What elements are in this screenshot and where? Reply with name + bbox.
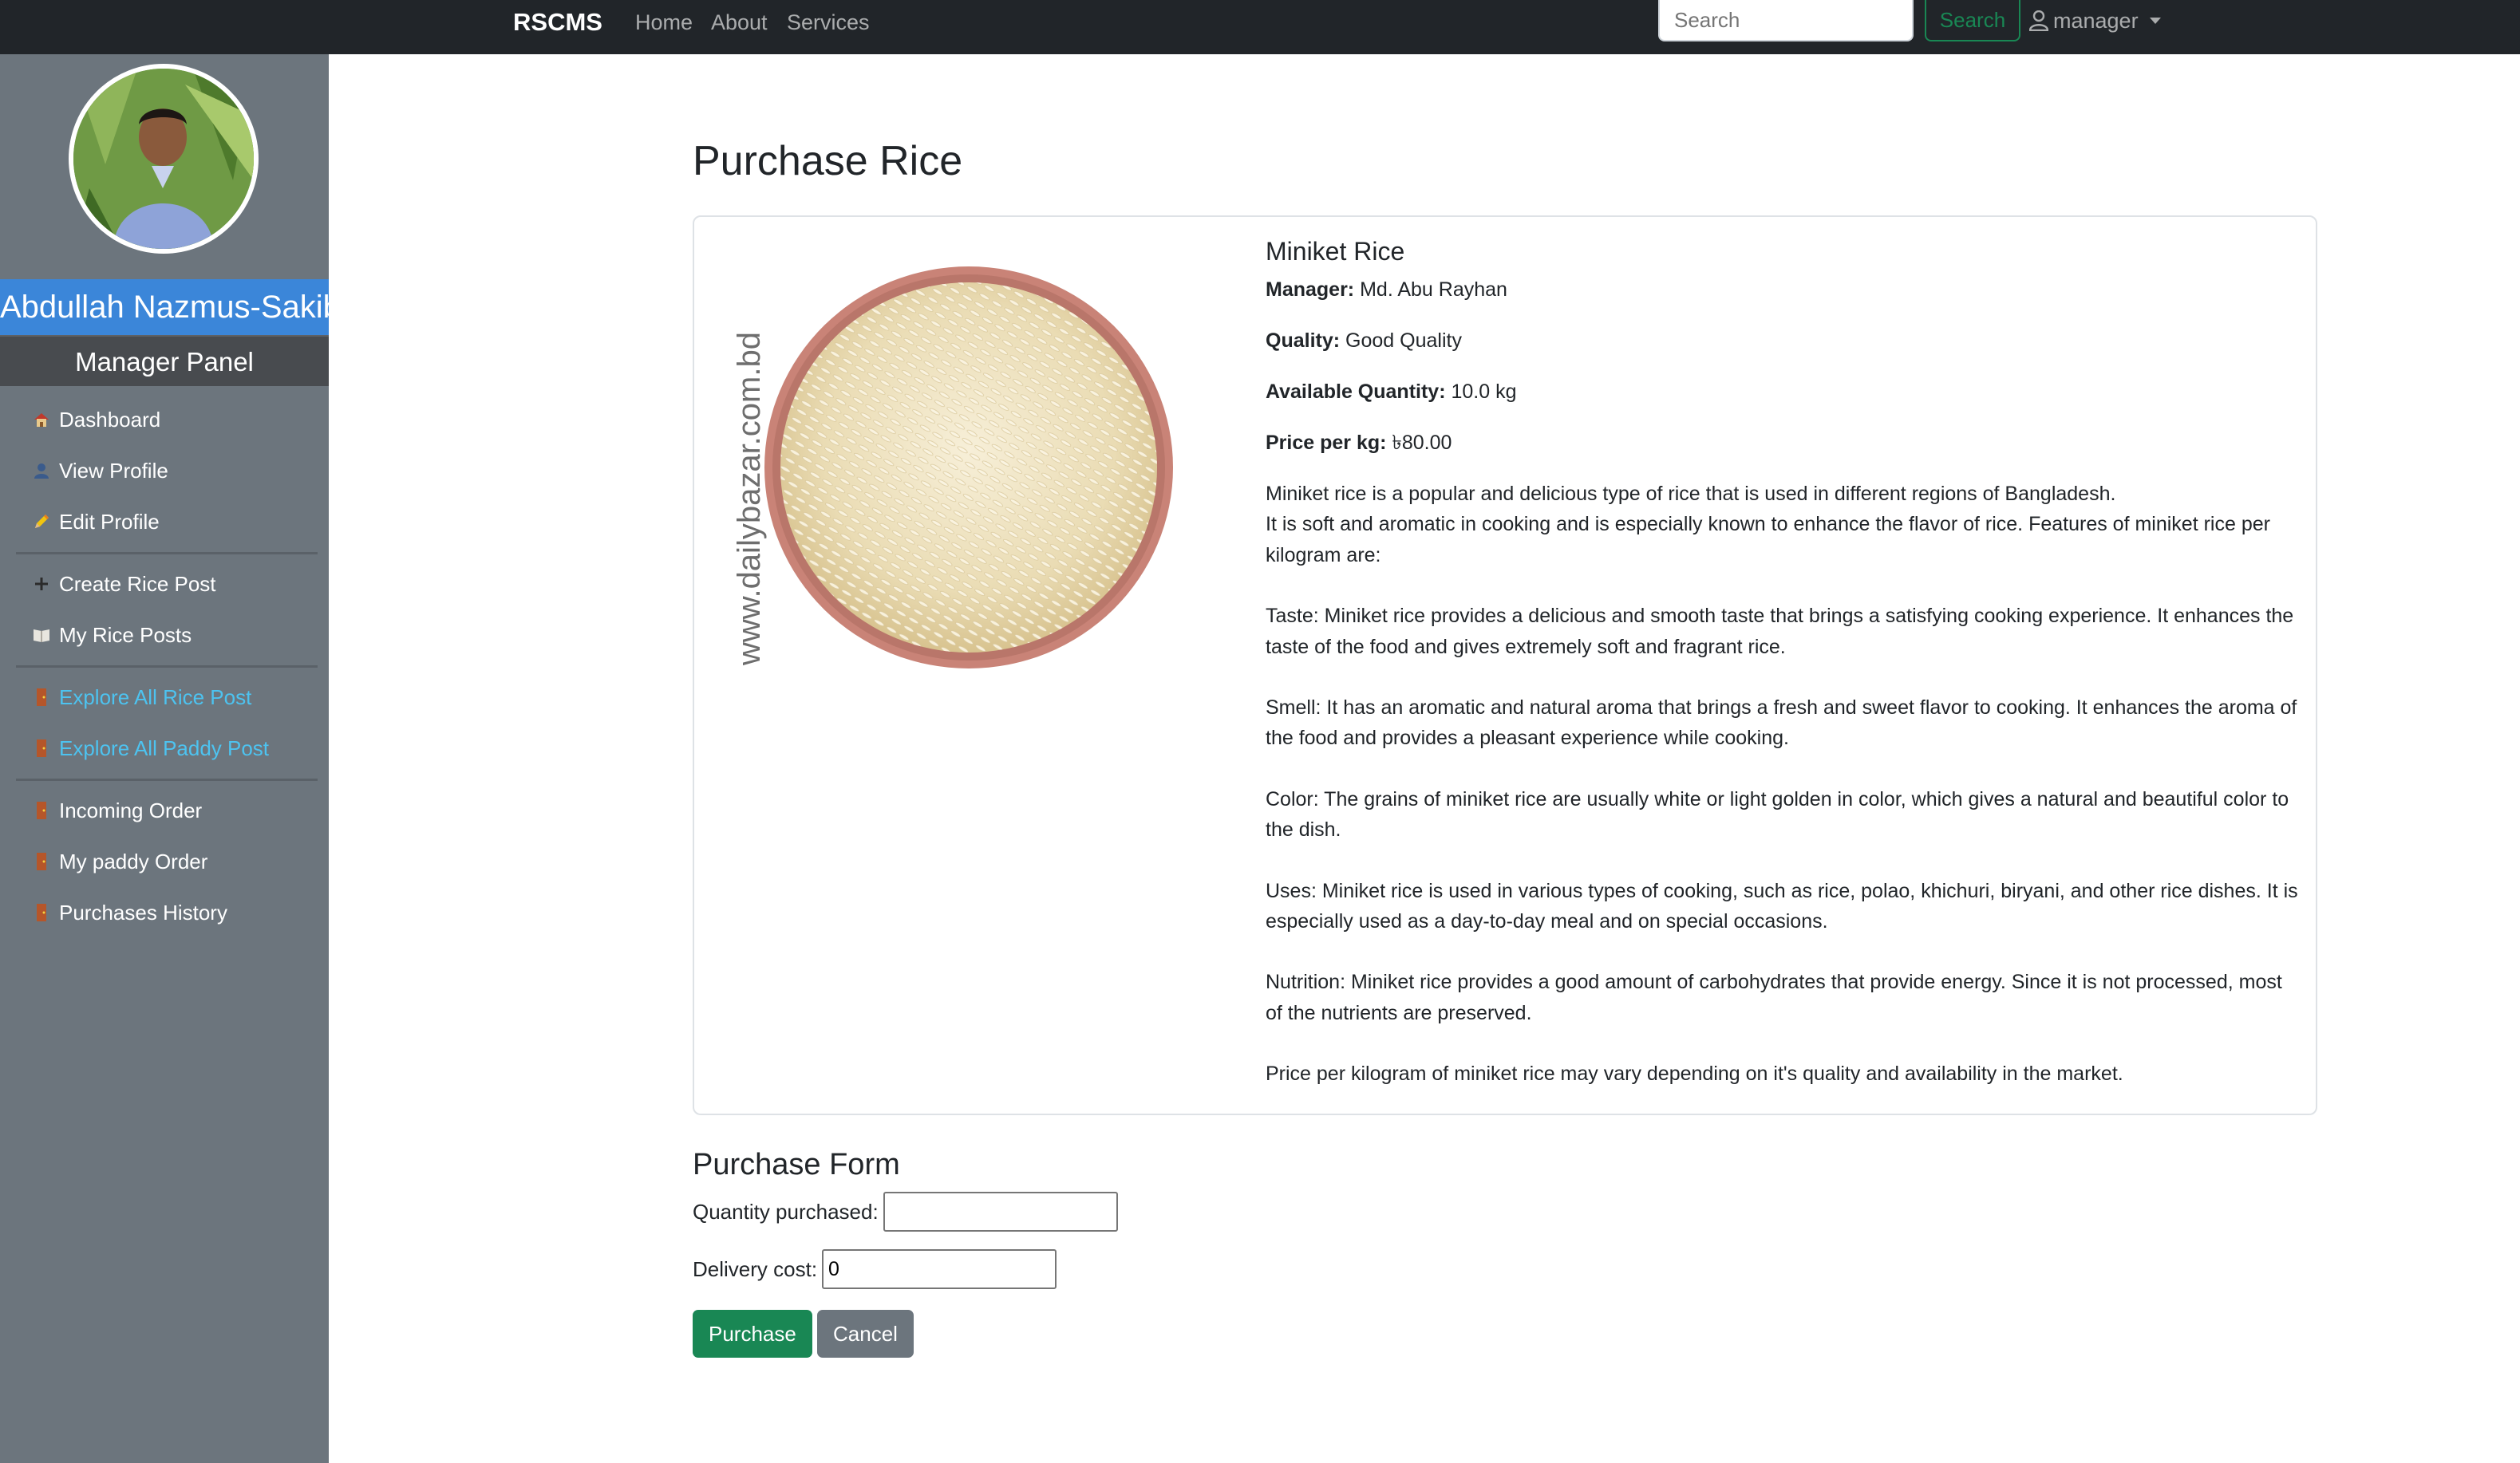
sidebar-item-label: My Rice Posts: [59, 622, 192, 647]
nav-about-link[interactable]: About: [711, 8, 768, 37]
person-icon: [30, 459, 53, 482]
nav-services-link[interactable]: Services: [787, 8, 870, 37]
sidebar-item-label: Explore All Paddy Post: [59, 735, 270, 760]
price-value: ৳80.00: [1392, 432, 1452, 454]
door-icon: [30, 901, 53, 924]
quantity-row: Available Quantity: 10.0 kg: [1266, 377, 2300, 407]
description-line: Price per kilogram of miniket rice may v…: [1266, 1063, 2123, 1086]
cancel-button[interactable]: Cancel: [817, 1310, 914, 1358]
sidebar: Abdullah Nazmus-Sakib Manager Panel Dash…: [0, 54, 341, 1463]
description-line: Uses: Miniket rice is used in various ty…: [1266, 879, 2298, 933]
door-icon: [30, 686, 53, 708]
brand-logo[interactable]: RSCMS: [513, 6, 602, 38]
delivery-cost-input[interactable]: [822, 1249, 1057, 1289]
description-line: Nutrition: Miniket rice provides a good …: [1266, 971, 2282, 1024]
product-info: Miniket Rice Manager: Md. Abu Rayhan Qua…: [1266, 235, 2300, 1090]
panel-title: Manager Panel: [0, 335, 329, 386]
description-line: [1266, 662, 2300, 692]
description-line: [1266, 754, 2300, 784]
sidebar-item-incoming-order[interactable]: Incoming Order: [30, 795, 202, 826]
quantity-purchased-input[interactable]: [883, 1192, 1118, 1232]
sidebar-item-edit-profile[interactable]: Edit Profile: [30, 506, 160, 538]
nav-home-link[interactable]: Home: [635, 8, 693, 37]
sidebar-item-label: Create Rice Post: [59, 571, 216, 596]
user-name-banner: Abdullah Nazmus-Sakib: [0, 279, 341, 335]
quantity-row: Quantity purchased:: [693, 1192, 1118, 1232]
door-icon: [30, 850, 53, 873]
delivery-row: Delivery cost:: [693, 1249, 1057, 1289]
sidebar-item-label: Edit Profile: [59, 509, 160, 534]
description-line: [1266, 1028, 2300, 1059]
sidebar-item-view-profile[interactable]: View Profile: [30, 455, 168, 487]
book-icon: [30, 624, 53, 646]
quantity-label: Available Quantity:: [1266, 381, 1446, 403]
quantity-value: 10.0 kg: [1451, 381, 1517, 403]
user-dropdown[interactable]: manager: [2029, 6, 2161, 35]
sidebar-item-explore-paddy[interactable]: Explore All Paddy Post: [30, 732, 269, 764]
search-button[interactable]: Search: [1925, 0, 2020, 41]
sidebar-item-my-paddy-order[interactable]: My paddy Order: [30, 846, 207, 877]
page-title: Purchase Rice: [693, 138, 963, 184]
sidebar-divider: [16, 552, 318, 554]
sidebar-divider: [16, 665, 318, 668]
quality-label: Quality:: [1266, 329, 1341, 352]
product-name: Miniket Rice: [1266, 237, 1405, 266]
price-label: Price per kg:: [1266, 432, 1387, 454]
avatar: [69, 64, 259, 254]
sidebar-item-my-rice-posts[interactable]: My Rice Posts: [30, 619, 192, 651]
manager-value: Md. Abu Rayhan: [1360, 278, 1507, 301]
description-line: [1266, 570, 2300, 601]
description-line: Smell: It has an aromatic and natural ar…: [1266, 696, 2297, 750]
quality-row: Quality: Good Quality: [1266, 325, 2300, 356]
description-line: Miniket rice is a popular and delicious …: [1266, 483, 2116, 505]
door-icon: [30, 799, 53, 822]
sidebar-item-label: Incoming Order: [59, 798, 203, 822]
description-line: Color: The grains of miniket rice are us…: [1266, 787, 2289, 842]
description-line: [1266, 937, 2300, 967]
sidebar-item-label: Explore All Rice Post: [59, 684, 252, 709]
pencil-icon: [30, 511, 53, 533]
sidebar-item-create-rice-post[interactable]: Create Rice Post: [30, 568, 216, 600]
image-watermark: www.dailybazar.com.bd: [732, 332, 767, 666]
description-line: [1266, 846, 2300, 876]
user-icon: [2029, 10, 2048, 31]
sidebar-item-dashboard[interactable]: Dashboard: [30, 404, 160, 436]
sidebar-item-label: Purchases History: [59, 900, 227, 925]
sidebar-item-explore-rice[interactable]: Explore All Rice Post: [30, 681, 251, 713]
chevron-down-icon: [2149, 18, 2161, 24]
house-icon: [30, 408, 53, 431]
door-icon: [30, 737, 53, 759]
sidebar-item-label: Dashboard: [59, 407, 161, 432]
sidebar-item-label: View Profile: [59, 458, 168, 483]
plus-icon: [30, 573, 53, 595]
description-line: Taste: Miniket rice provides a delicious…: [1266, 605, 2294, 658]
description-line: It is soft and aromatic in cooking and i…: [1266, 513, 2270, 566]
product-card: www.dailybazar.com.bd Miniket Rice Manag…: [693, 215, 2317, 1115]
sidebar-item-label: My paddy Order: [59, 849, 208, 873]
delivery-cost-label: Delivery cost:: [693, 1256, 818, 1281]
quantity-purchased-label: Quantity purchased:: [693, 1199, 879, 1224]
top-navbar: RSCMS Home About Services Search manager: [0, 0, 2520, 54]
rice-bowl-image: www.dailybazar.com.bd: [712, 266, 1191, 681]
product-description: Miniket rice is a popular and delicious …: [1266, 479, 2300, 1090]
quality-value: Good Quality: [1345, 329, 1462, 352]
manager-row: Manager: Md. Abu Rayhan: [1266, 274, 2300, 305]
search-input[interactable]: [1658, 0, 1914, 41]
user-name-label: manager: [2053, 8, 2139, 33]
sidebar-divider: [16, 779, 318, 781]
price-row: Price per kg: ৳80.00: [1266, 428, 2300, 458]
sidebar-item-purchases-history[interactable]: Purchases History: [30, 897, 227, 929]
purchase-form-title: Purchase Form: [693, 1148, 900, 1181]
manager-label: Manager:: [1266, 278, 1355, 301]
purchase-button[interactable]: Purchase: [693, 1310, 812, 1358]
